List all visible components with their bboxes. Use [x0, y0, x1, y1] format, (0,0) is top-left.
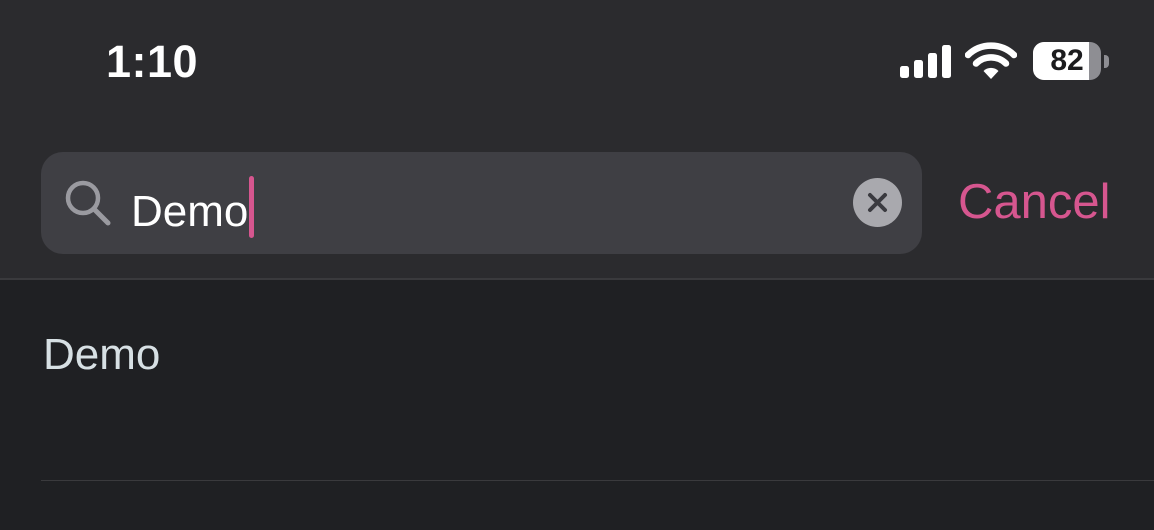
cancel-button[interactable]: Cancel	[958, 172, 1111, 232]
search-header: 1:10 82 Demo Cancel	[0, 0, 1154, 279]
wifi-icon	[965, 42, 1017, 79]
battery-level: 82	[1050, 44, 1084, 77]
search-icon	[65, 180, 111, 226]
battery-icon: 82	[1033, 42, 1109, 80]
search-result-label: Demo	[43, 330, 161, 379]
screen: 1:10 82 Demo Cancel Demo	[0, 0, 1154, 530]
text-caret	[249, 176, 255, 238]
result-divider	[41, 480, 1154, 481]
search-result-item[interactable]: Demo	[0, 280, 1154, 480]
search-field[interactable]: Demo	[41, 152, 922, 254]
search-input-value: Demo	[131, 187, 249, 236]
clear-icon	[868, 193, 887, 212]
battery-tip	[1104, 55, 1109, 68]
clear-search-button[interactable]	[853, 178, 902, 227]
battery-body: 82	[1033, 42, 1101, 80]
status-time: 1:10	[106, 36, 199, 87]
search-input[interactable]: Demo	[131, 176, 255, 241]
signal-icon	[900, 45, 951, 78]
